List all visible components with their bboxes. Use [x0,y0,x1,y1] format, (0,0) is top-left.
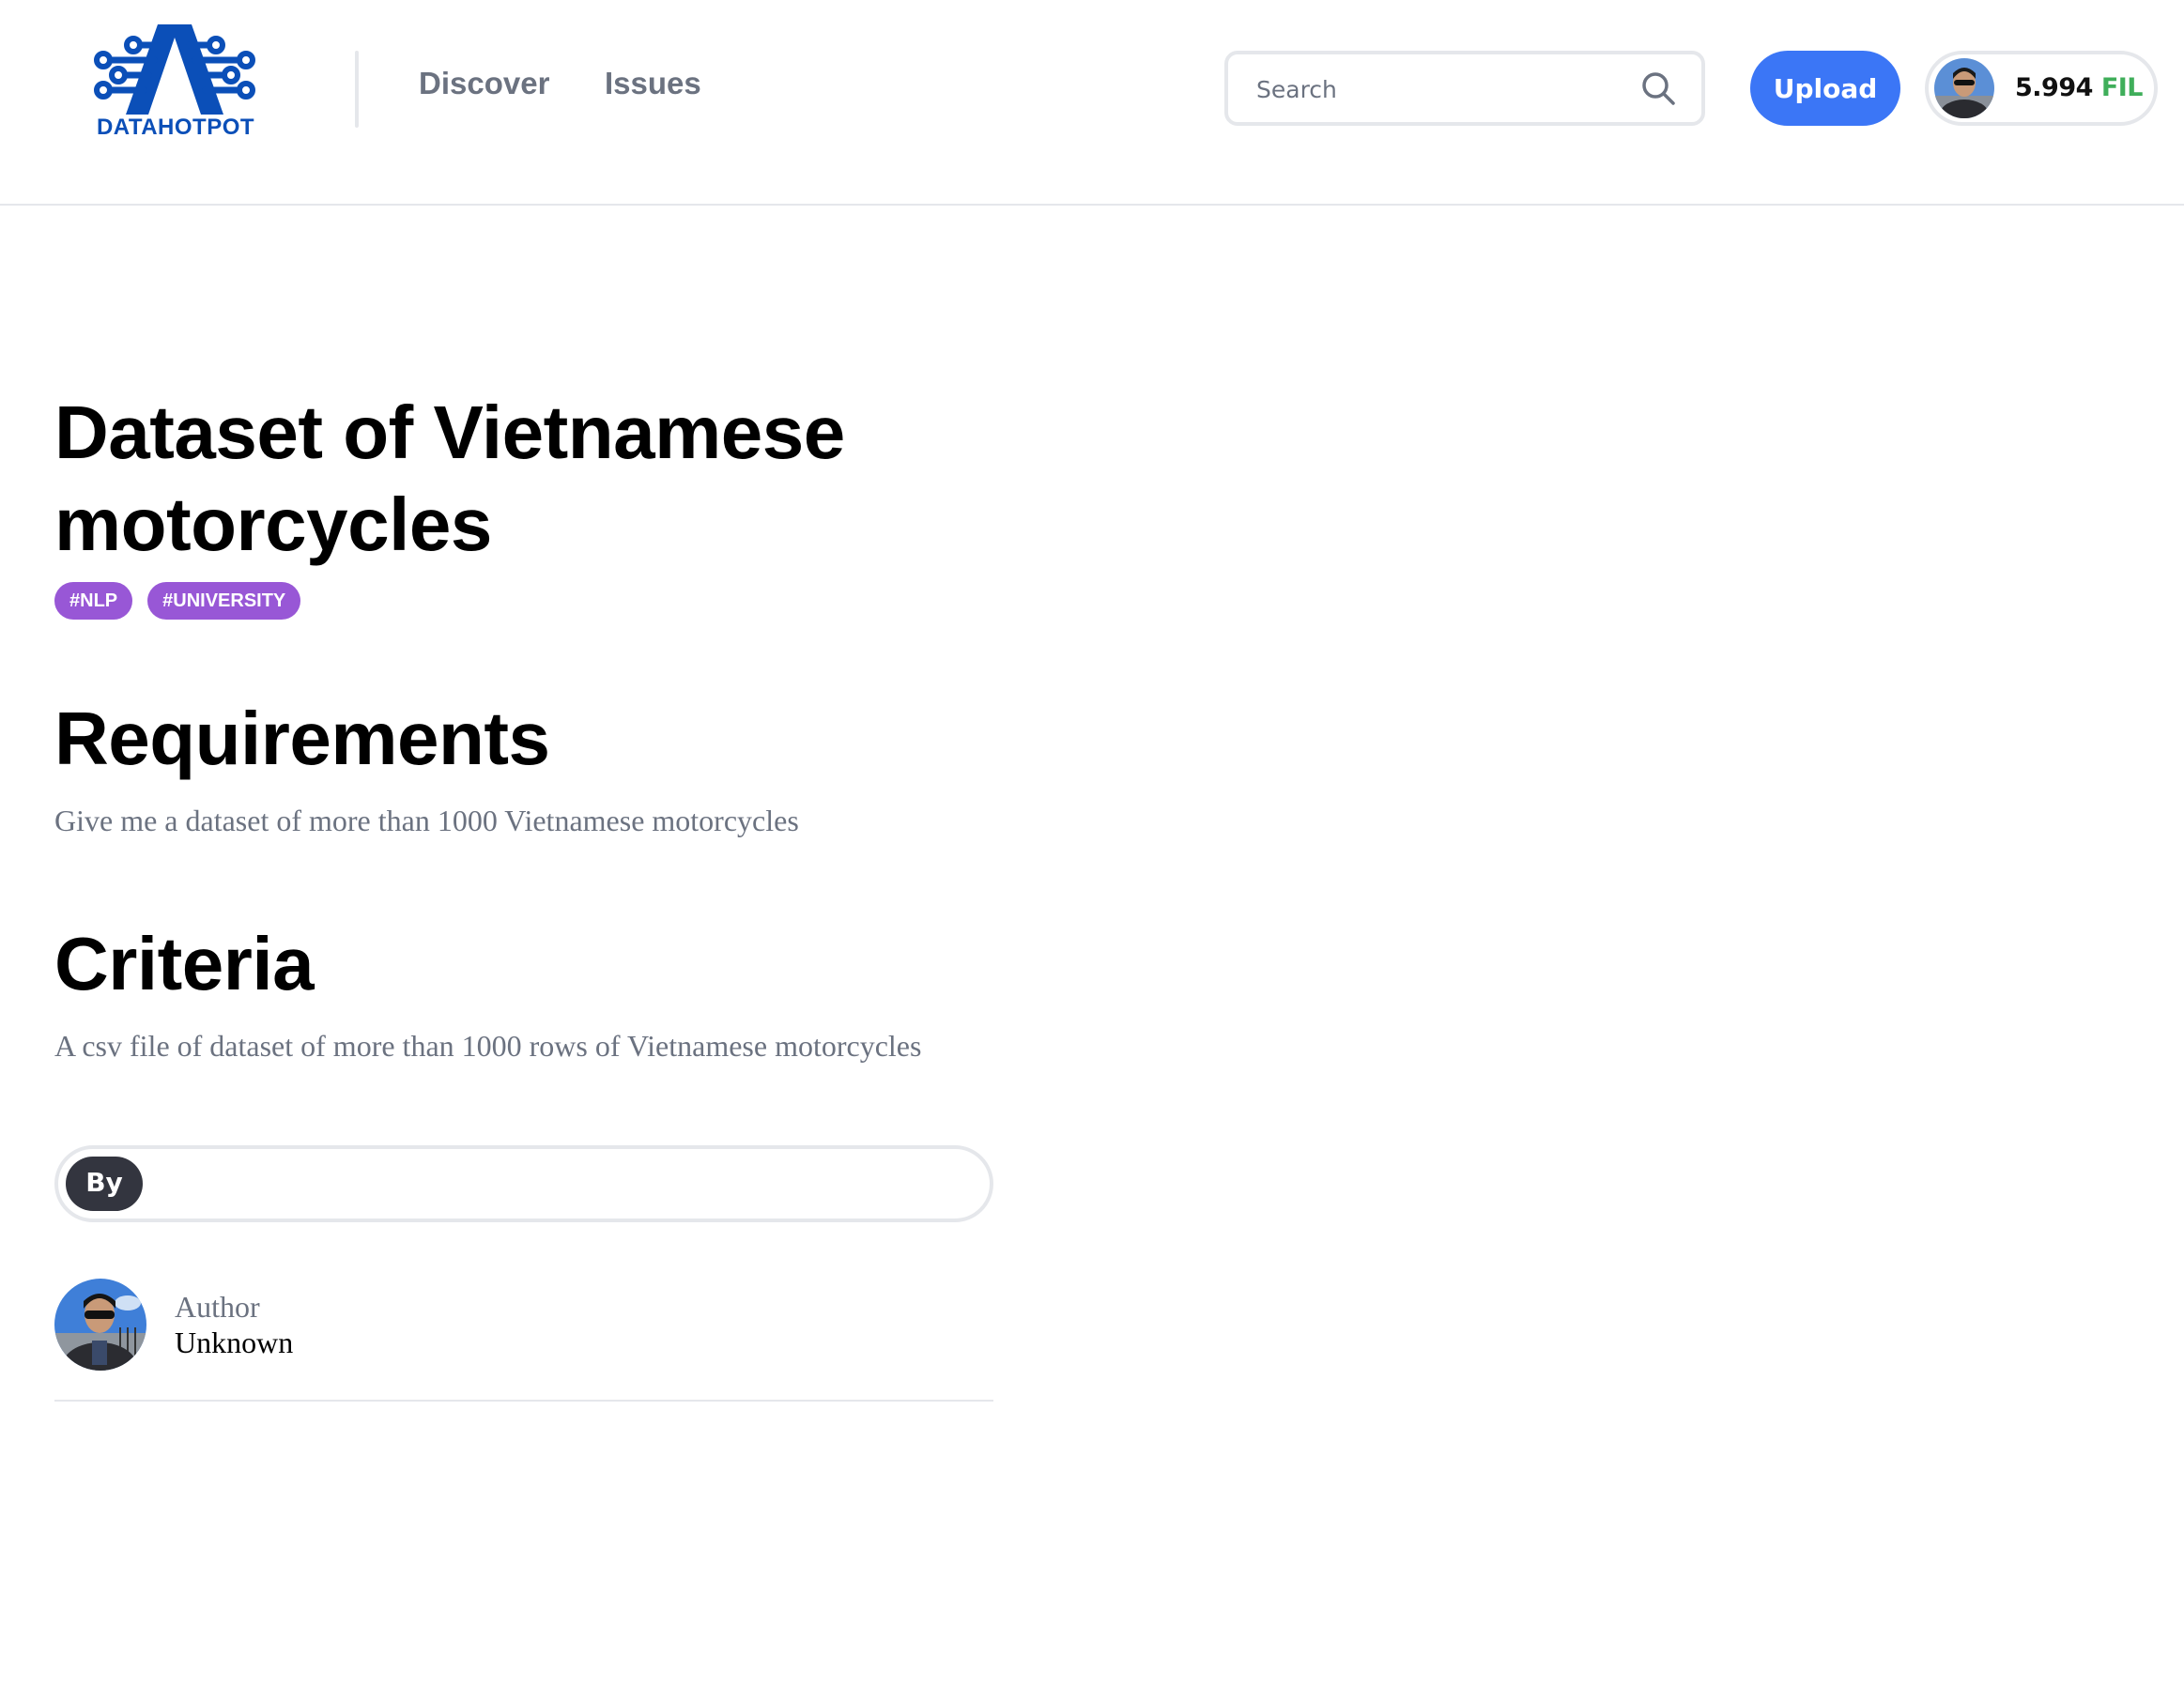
wallet-unit: FIL [2100,73,2144,102]
search-icon[interactable] [1639,69,1677,107]
nav-discover[interactable]: Discover [419,66,549,101]
author-name: Unknown [175,1326,294,1359]
nav-issues[interactable]: Issues [605,66,701,101]
author-row: Author Unknown [54,1279,993,1372]
logo-text: DATAHOTPOT [96,115,255,140]
section-divider [54,1400,993,1402]
search-box [1224,51,1705,126]
tag-university[interactable]: #UNIVERSITY [147,582,301,620]
user-avatar [1934,58,1994,118]
wallet-balance: 5.994 FIL [2015,73,2144,102]
by-tab[interactable]: By [66,1157,143,1211]
requirements-text: Give me a dataset of more than 1000 Viet… [54,804,799,837]
by-tab-bar: By [54,1145,993,1222]
tag-list: #NLP #UNIVERSITY [54,582,301,620]
datahotpot-logo[interactable]: DATAHOTPOT [92,24,257,143]
header-divider [355,51,359,128]
tag-nlp[interactable]: #NLP [54,582,133,620]
issue-title: Dataset of Vietnamese motorcycles [54,391,845,566]
search-input[interactable] [1256,71,1632,107]
logo-icon [94,24,255,115]
requirements-heading: Requirements [54,697,550,780]
criteria-heading: Criteria [54,922,315,1005]
author-label: Author [175,1290,260,1324]
wallet-button[interactable]: 5.994 FIL [1925,51,2158,126]
author-avatar[interactable] [54,1279,146,1371]
criteria-text: A csv file of dataset of more than 1000 … [54,1029,922,1063]
upload-button[interactable]: Upload [1750,51,1900,126]
top-navbar: DATAHOTPOT Discover Issues Upload 5.994 … [0,0,2184,206]
